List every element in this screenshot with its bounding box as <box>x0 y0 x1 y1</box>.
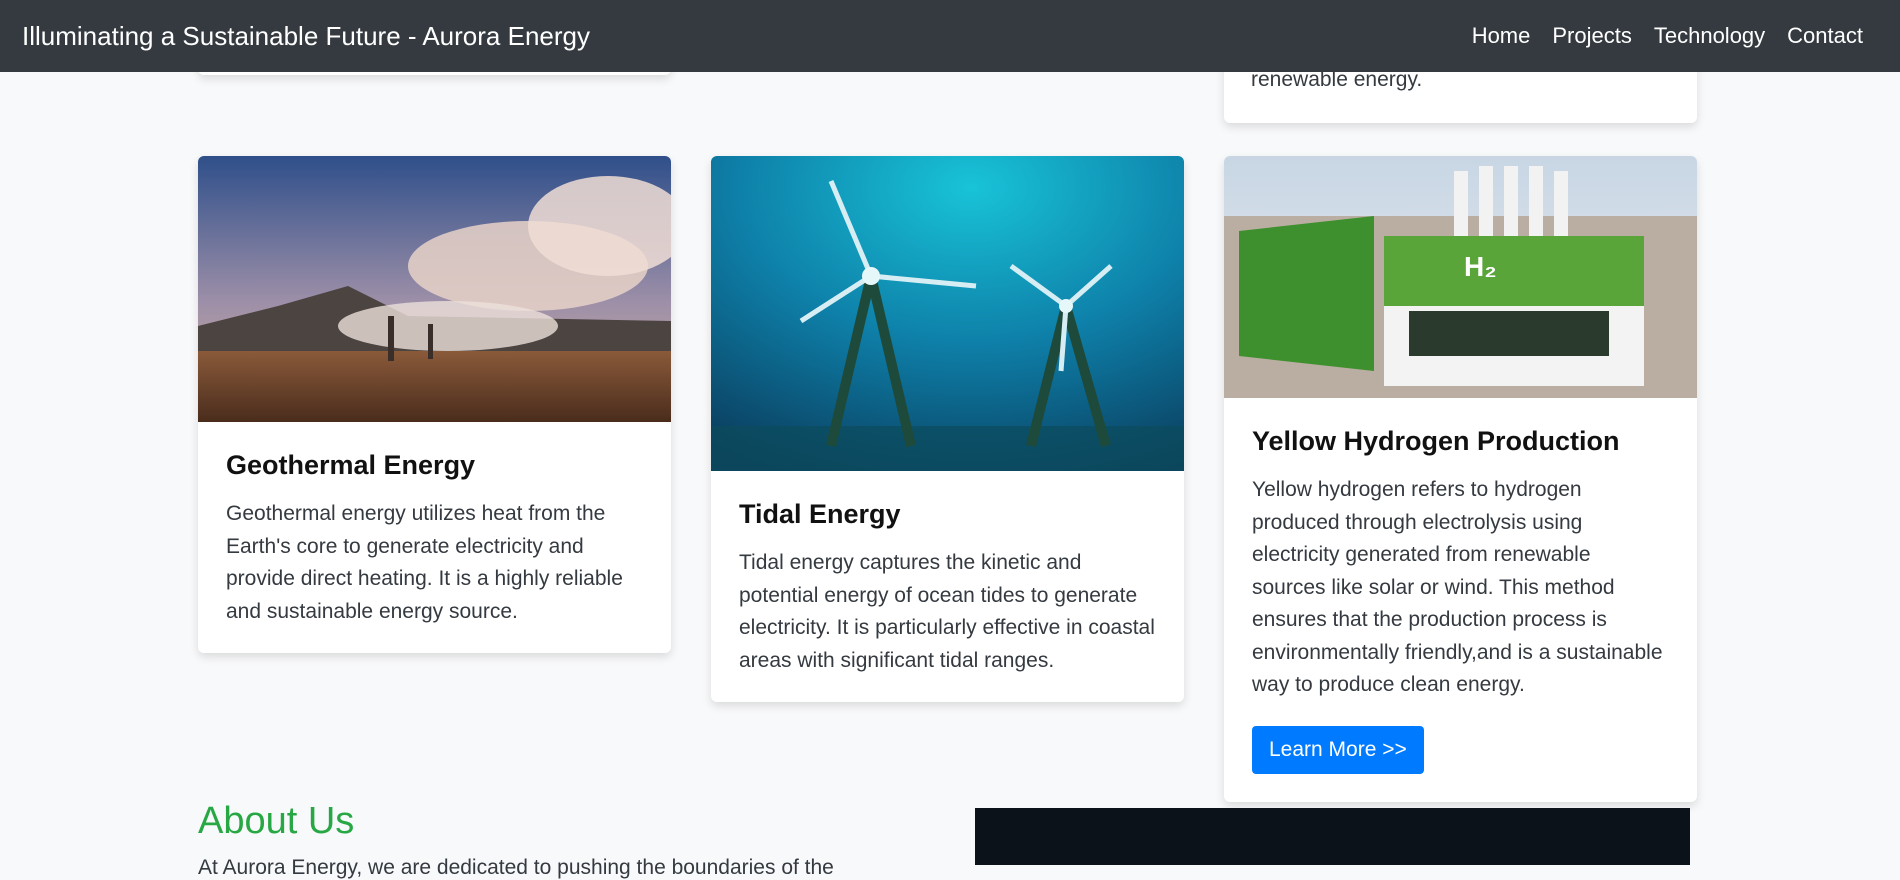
tidal-turbines-image <box>711 156 1184 471</box>
nav-link-contact[interactable]: Contact <box>1787 23 1863 49</box>
about-title: About Us <box>198 800 355 842</box>
card-text-tidal: Tidal energy captures the kinetic and po… <box>739 551 1155 672</box>
card-tidal: Tidal Energy Tidal energy captures the k… <box>711 156 1184 702</box>
card-text-geothermal: Geothermal energy utilizes heat from the… <box>226 502 623 623</box>
nav-link-technology[interactable]: Technology <box>1654 23 1765 49</box>
nav-link-home[interactable]: Home <box>1472 23 1531 49</box>
card-hydrogen: H₂ Yellow Hydrogen Production Yellow hyd… <box>1224 156 1697 802</box>
about-media-image <box>975 808 1690 865</box>
nav-links: Home Projects Technology Contact <box>1472 23 1863 49</box>
geothermal-plant-image <box>198 156 671 422</box>
learn-more-button[interactable]: Learn More >> <box>1252 725 1424 774</box>
brand-title[interactable]: Illuminating a Sustainable Future - Auro… <box>22 21 590 52</box>
card-title-hydrogen: Yellow Hydrogen Production <box>1252 426 1620 456</box>
hydrogen-plant-image: H₂ <box>1224 156 1697 398</box>
nav-link-projects[interactable]: Projects <box>1552 23 1631 49</box>
card-title-tidal: Tidal Energy <box>739 499 901 529</box>
about-text: At Aurora Energy, we are dedicated to pu… <box>198 856 834 879</box>
card-text-hydrogen: Yellow hydrogen refers to hydrogen produ… <box>1252 478 1663 696</box>
top-navbar: Illuminating a Sustainable Future - Auro… <box>0 0 1900 72</box>
svg-text:H₂: H₂ <box>1464 251 1497 282</box>
card-title-geothermal: Geothermal Energy <box>226 450 476 480</box>
card-geothermal: Geothermal Energy Geothermal energy util… <box>198 156 671 653</box>
